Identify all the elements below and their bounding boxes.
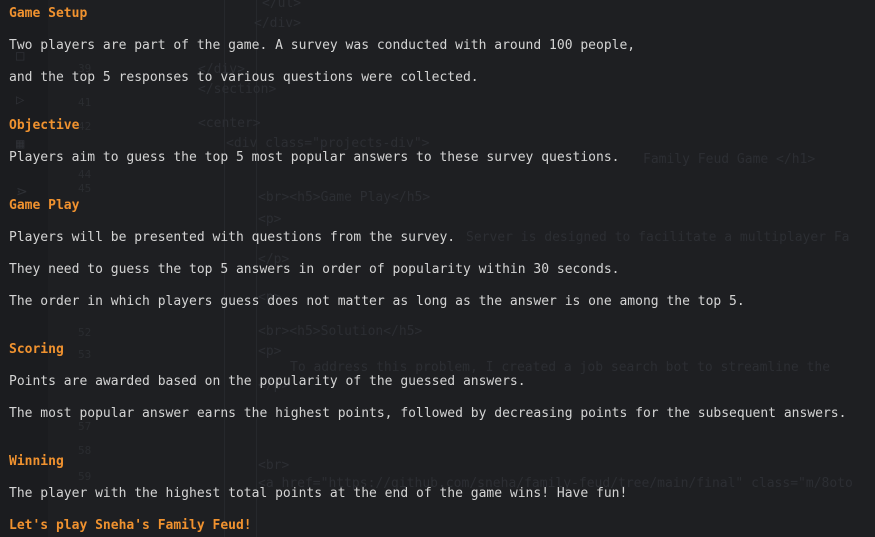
game-play-line-3: The order in which players guess does no… (9, 294, 745, 309)
objective-line-1: Players aim to guess the top 5 most popu… (9, 150, 620, 165)
run-icon: ▷ (16, 92, 25, 108)
section-heading-winning: Winning (9, 454, 64, 469)
section-heading-game-play: Game Play (9, 198, 80, 213)
scoring-line-1: Points are awarded based on the populari… (9, 374, 526, 389)
section-heading-scoring: Scoring (9, 342, 64, 357)
game-play-line-2: They need to guess the top 5 answers in … (9, 262, 620, 277)
game-play-line-1: Players will be presented with questions… (9, 230, 456, 245)
setup-line-1: Two players are part of the game. A surv… (9, 38, 636, 53)
winning-line-1: The player with the highest total points… (9, 486, 628, 501)
setup-line-2: and the top 5 responses to various quest… (9, 70, 479, 85)
scoring-line-2: The most popular answer earns the highes… (9, 406, 847, 421)
closing-heading: Let's play Sneha's Family Feud! (9, 518, 252, 533)
section-heading-game-setup: Game Setup (9, 6, 88, 21)
section-heading-objective: Objective (9, 118, 80, 133)
